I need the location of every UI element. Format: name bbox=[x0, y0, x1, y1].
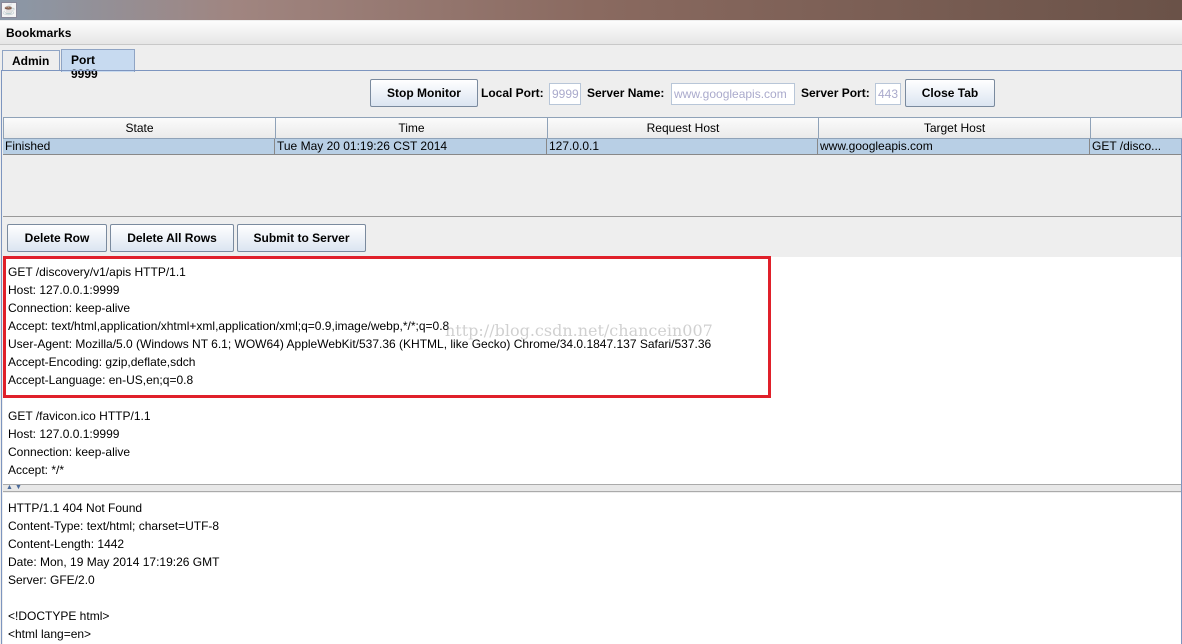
cell-time: Tue May 20 01:19:26 CST 2014 bbox=[275, 139, 547, 155]
local-port-label: Local Port: bbox=[481, 86, 544, 100]
column-header-state[interactable]: State bbox=[3, 117, 276, 139]
delete-row-button[interactable]: Delete Row bbox=[7, 224, 107, 252]
cell-request: GET /disco... bbox=[1092, 139, 1162, 153]
connections-table: State Time Request Host Target Host Fini… bbox=[3, 117, 1182, 217]
column-header-time[interactable]: Time bbox=[275, 117, 548, 139]
split-pane-divider[interactable]: ▲ ▼ bbox=[3, 484, 1181, 492]
cell-request-host: 127.0.0.1 bbox=[547, 139, 818, 155]
menubar: Bookmarks bbox=[0, 21, 1182, 45]
submit-to-server-button[interactable]: Submit to Server bbox=[237, 224, 366, 252]
column-header-request[interactable] bbox=[1090, 117, 1182, 139]
server-port-input[interactable]: 443 bbox=[875, 83, 901, 105]
request-text-area[interactable]: GET /discovery/v1/apis HTTP/1.1 Host: 12… bbox=[3, 257, 1181, 484]
table-row[interactable]: Finished Tue May 20 01:19:26 CST 2014 12… bbox=[3, 139, 1181, 155]
cell-state: Finished bbox=[3, 139, 275, 155]
delete-all-rows-button[interactable]: Delete All Rows bbox=[110, 224, 234, 252]
collapse-up-icon[interactable]: ▲ bbox=[6, 484, 13, 491]
server-name-label: Server Name: bbox=[587, 86, 665, 100]
menu-bookmarks[interactable]: Bookmarks bbox=[6, 26, 71, 40]
server-name-input[interactable]: www.googleapis.com bbox=[671, 83, 795, 105]
tab-admin[interactable]: Admin bbox=[2, 50, 60, 71]
window-titlebar: ☕ bbox=[0, 0, 1182, 20]
column-header-target-host[interactable]: Target Host bbox=[818, 117, 1091, 139]
close-tab-button[interactable]: Close Tab bbox=[905, 79, 995, 107]
tab-port-9999[interactable]: Port 9999 bbox=[61, 49, 135, 81]
response-text-area[interactable]: HTTP/1.1 404 Not Found Content-Type: tex… bbox=[3, 493, 1181, 644]
server-port-label: Server Port: bbox=[801, 86, 870, 100]
cell-target-host: www.googleapis.com bbox=[818, 139, 1090, 155]
watermark: http://blog.csdn.net/chancein007 bbox=[445, 321, 713, 340]
monitor-panel: Stop Monitor Local Port: 9999 Server Nam… bbox=[1, 70, 1182, 644]
column-header-request-host[interactable]: Request Host bbox=[547, 117, 819, 139]
stop-monitor-button[interactable]: Stop Monitor bbox=[370, 79, 478, 107]
local-port-input[interactable]: 9999 bbox=[549, 83, 581, 105]
java-icon: ☕ bbox=[1, 2, 17, 18]
collapse-down-icon[interactable]: ▼ bbox=[15, 484, 22, 491]
